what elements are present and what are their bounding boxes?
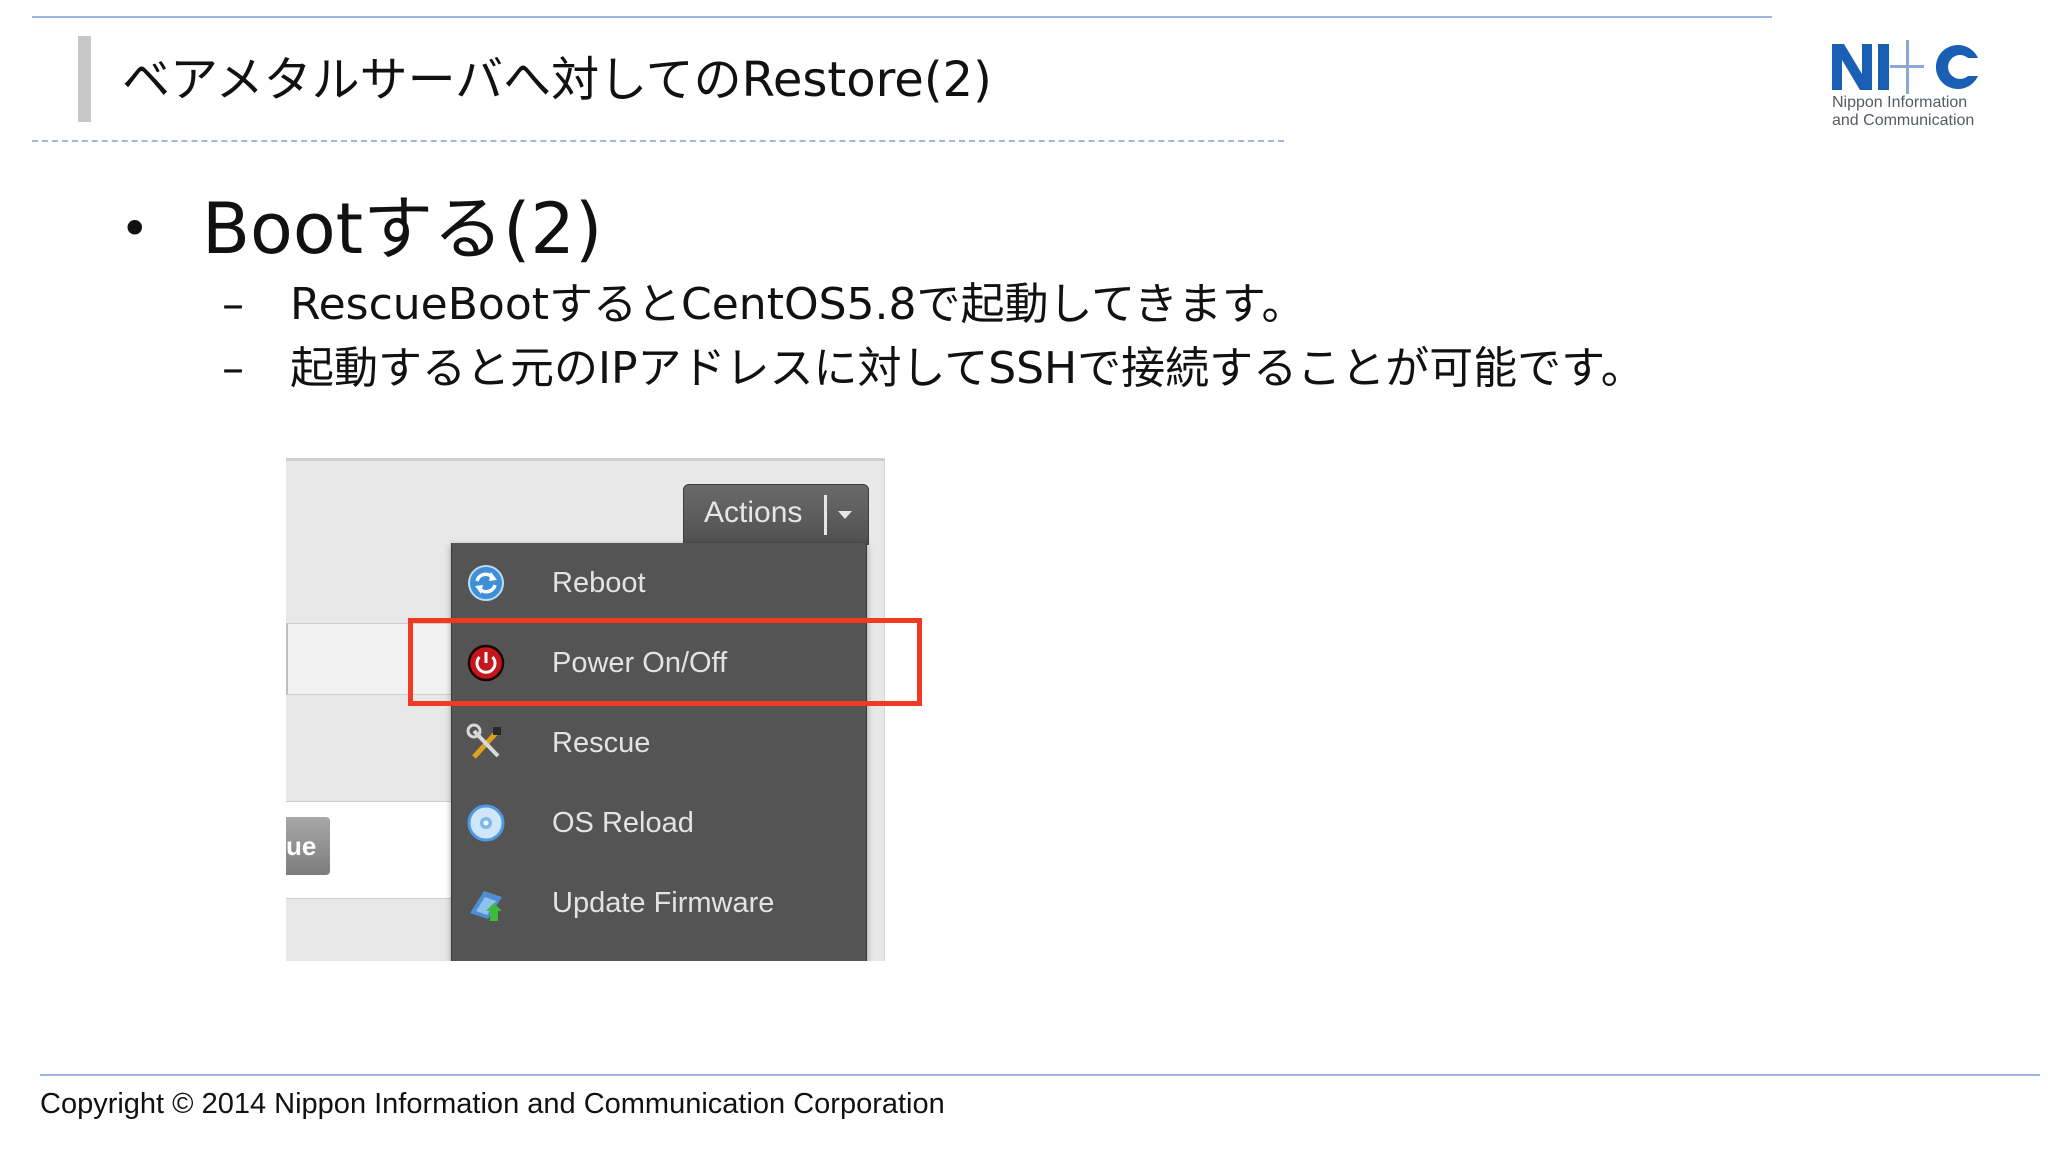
menu-item-label: Reboot — [552, 567, 646, 599]
actions-label: Actions — [704, 496, 803, 529]
actions-menu-screenshot: ue Actions Reboot Power On/Off Rescue OS… — [286, 458, 885, 961]
nic-logo-subtitle: Nippon Information and Communication — [1832, 94, 1992, 130]
bullet-dot: • — [120, 200, 150, 258]
copyright-text: Copyright © 2014 Nippon Information and … — [40, 1088, 945, 1120]
tools-icon — [466, 723, 501, 759]
nic-logo: Nippon Information and Communication — [1832, 40, 1992, 132]
sub-bullet-dash: – — [222, 343, 244, 394]
menu-item-reboot[interactable]: Reboot — [452, 543, 866, 623]
main-bullet: • Bootする(2) — [120, 186, 602, 272]
footer-rule — [40, 1074, 2040, 1076]
header-top-rule — [32, 16, 1772, 18]
sub-bullet-1: – RescueBootするとCentOS5.8で起動してきます。 — [222, 278, 1305, 332]
actions-menu: Reboot Power On/Off Rescue OS Reload Upd… — [451, 543, 867, 961]
title-dashed-divider — [32, 140, 1284, 142]
chevron-down-icon — [838, 511, 852, 519]
nic-logo-mark-icon — [1832, 40, 1978, 94]
menu-item-update-firmware[interactable]: Update Firmware — [452, 863, 866, 943]
actions-dropdown-button[interactable]: Actions — [683, 484, 869, 545]
logo-line-1: Nippon Information — [1832, 94, 1968, 111]
sub-bullet-dash: – — [222, 279, 244, 330]
actions-separator — [824, 495, 827, 535]
main-bullet-text: Bootする(2) — [202, 188, 603, 270]
sub-bullet-text: RescueBootするとCentOS5.8で起動してきます。 — [290, 279, 1306, 330]
logo-line-2: and Communication — [1832, 112, 1975, 129]
menu-item-label: OS Reload — [552, 807, 694, 839]
slide-title: ベアメタルサーバへ対してのRestore(2) — [122, 52, 992, 108]
menu-item-label: Update Firmware — [552, 887, 775, 919]
menu-item-label: Rescue — [552, 727, 651, 759]
partial-button[interactable]: ue — [286, 817, 330, 875]
menu-item-os-reload[interactable]: OS Reload — [452, 783, 866, 863]
sub-bullet-text: 起動すると元のIPアドレスに対してSSHで接続することが可能です。 — [290, 343, 1645, 394]
reboot-icon — [468, 565, 504, 601]
menu-item-rescue[interactable]: Rescue — [452, 703, 866, 783]
disc-icon — [467, 804, 505, 842]
sub-bullet-2: – 起動すると元のIPアドレスに対してSSHで接続することが可能です。 — [222, 342, 1645, 396]
highlight-box-power-on-off — [408, 618, 922, 706]
firmware-icon — [470, 891, 502, 921]
title-accent-bar — [78, 36, 91, 122]
